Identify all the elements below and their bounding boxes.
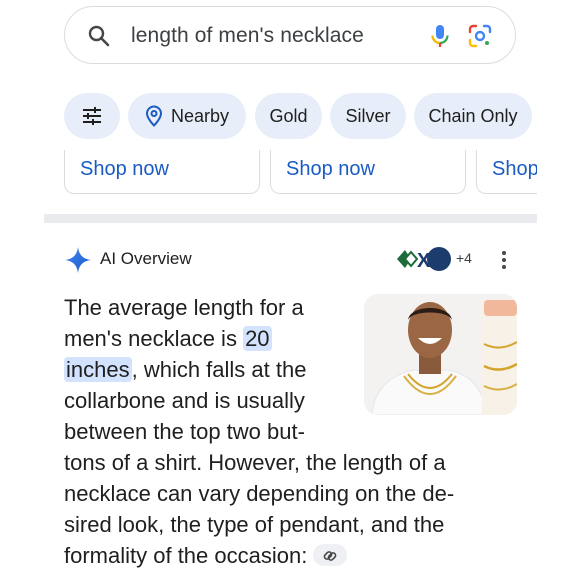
shop-card[interactable]: Shop (476, 150, 537, 194)
location-pin-icon (145, 105, 162, 127)
ai-text-line: sired look, the type of pendant, and the (64, 512, 445, 537)
ai-text-segment: , which falls at the (131, 357, 307, 382)
ai-text-line: necklace can vary depending on the de- (64, 481, 455, 506)
section-divider (44, 214, 537, 223)
source-logo[interactable]: XT (395, 245, 453, 273)
shop-card[interactable]: Shop now (64, 150, 260, 194)
results-page: length of men's necklace Nearby Gold Sil… (44, 0, 537, 580)
shop-now-link[interactable]: Shop now (80, 158, 169, 181)
citation-link-chip[interactable] (313, 544, 348, 567)
google-lens-icon[interactable] (467, 23, 493, 49)
nearby-chip-label: Nearby (170, 105, 230, 126)
shop-now-link[interactable]: Shop now (286, 158, 375, 181)
filter-icon (83, 107, 101, 125)
ai-text-line: tons of a shirt. However, the length of … (64, 450, 446, 475)
ai-overview-header: AI Overview XT +4 (64, 246, 517, 274)
shop-card[interactable]: Shop now (270, 150, 466, 194)
ai-overview-title: AI Overview (100, 249, 192, 268)
more-sources-count[interactable]: +4 (456, 250, 472, 266)
search-bar[interactable]: length of men's necklace (64, 6, 516, 64)
model-illustration (364, 294, 517, 415)
search-icon[interactable] (87, 24, 111, 48)
nearby-chip[interactable]: Nearby (128, 93, 246, 139)
chain-only-chip-label: Chain Only (428, 105, 518, 126)
filter-chip[interactable] (64, 93, 120, 139)
shop-now-link[interactable]: Shop (492, 158, 537, 181)
silver-chip[interactable]: Silver (330, 93, 406, 139)
gold-chip-label: Gold (269, 105, 308, 126)
shopping-carousel: Shop now Shop now Shop (44, 150, 537, 194)
ai-text-segment: formality of the occasion: (64, 543, 308, 568)
highlighted-answer: inches (64, 357, 132, 382)
highlighted-answer: 20 (243, 326, 272, 351)
ai-text-segment: men's necklace is (64, 326, 244, 351)
filter-chips: Nearby Gold Silver Chain Only (64, 93, 537, 139)
chain-only-chip[interactable]: Chain Only (414, 93, 532, 139)
silver-chip-label: Silver (345, 105, 391, 126)
ai-sparkle-icon (65, 247, 91, 273)
microphone-icon[interactable] (427, 23, 453, 49)
gold-chip[interactable]: Gold (255, 93, 322, 139)
link-icon (323, 551, 337, 562)
ai-text-line: formality of the occasion: (64, 540, 454, 571)
source-logo-text: XT (417, 250, 443, 272)
search-query[interactable]: length of men's necklace (131, 24, 364, 48)
more-vert-icon[interactable] (500, 248, 508, 272)
necklace-model-image[interactable] (364, 294, 517, 415)
ai-text-line: between the top two but- (64, 419, 305, 444)
